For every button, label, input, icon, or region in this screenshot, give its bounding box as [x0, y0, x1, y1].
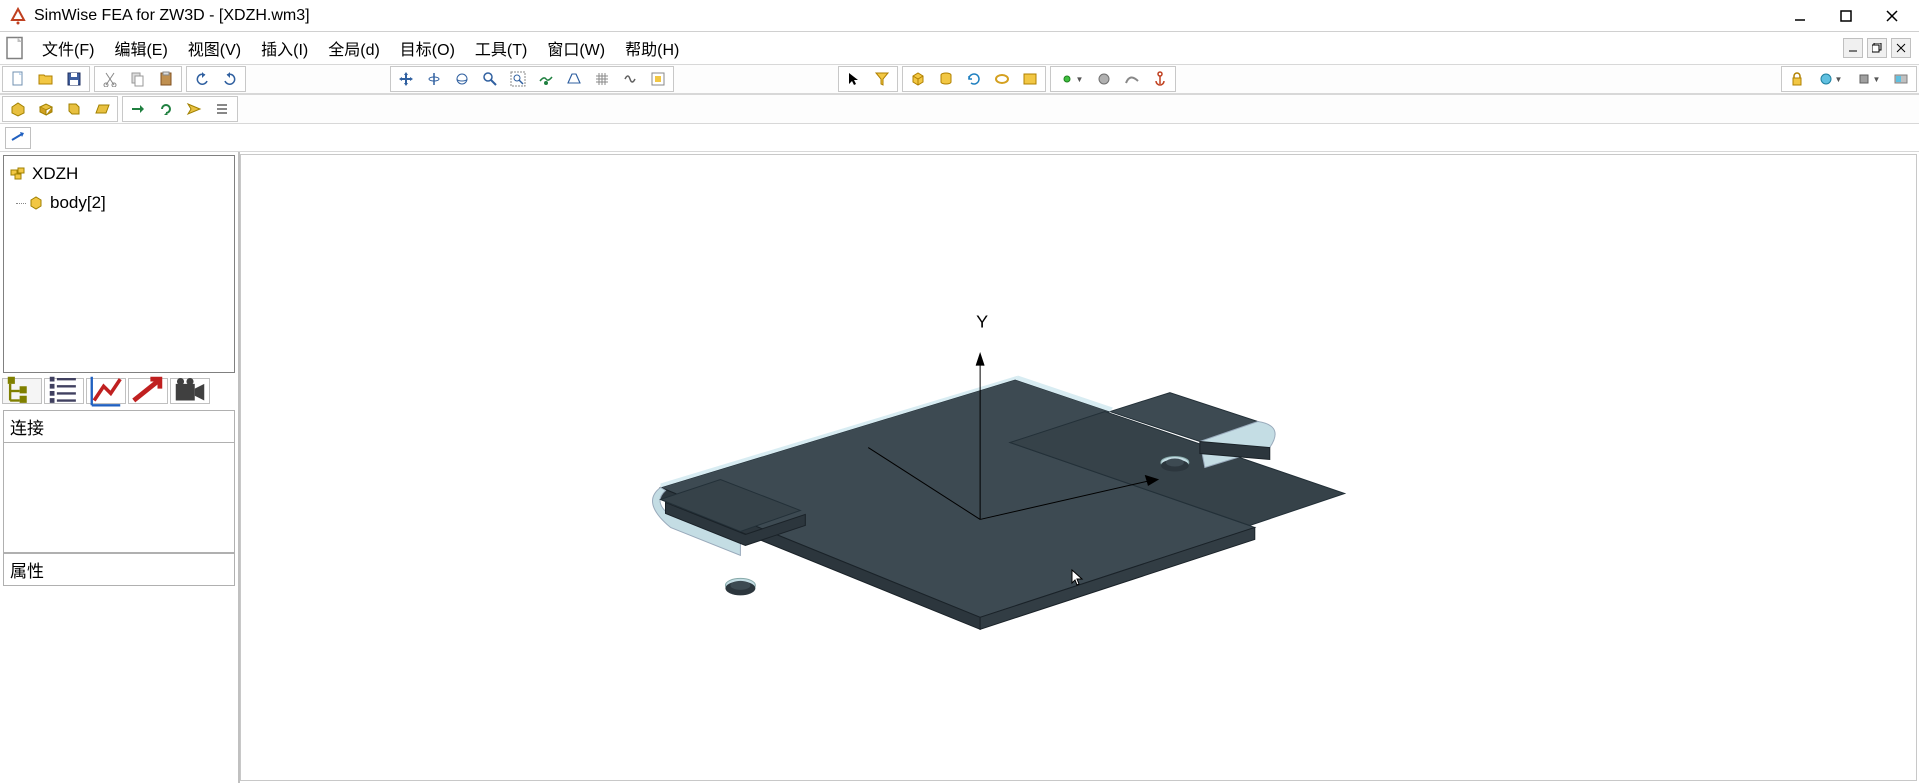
fitview-button[interactable]: [645, 68, 671, 90]
tab-force[interactable]: [128, 378, 168, 404]
list-button[interactable]: [209, 98, 235, 120]
mdi-minimize-button[interactable]: [1843, 38, 1863, 58]
minimize-button[interactable]: [1777, 2, 1823, 30]
shade-button[interactable]: [533, 68, 559, 90]
menu-help[interactable]: 帮助(H): [615, 32, 689, 64]
menu-view[interactable]: 视图(V): [178, 32, 251, 64]
menu-file[interactable]: 文件(F): [32, 32, 104, 64]
tree-root-label: XDZH: [32, 160, 78, 189]
open-button[interactable]: [33, 68, 59, 90]
panel-connect-body: [3, 443, 235, 553]
panel-properties-header[interactable]: 属性: [3, 553, 235, 586]
menu-target[interactable]: 目标(O): [390, 32, 465, 64]
box-button[interactable]: [905, 68, 931, 90]
tree-tabs: [0, 376, 238, 406]
toolbar-row-2: [0, 94, 1919, 124]
doc-icon: [4, 36, 28, 60]
left-pane: XDZH body[2] 连接 属性: [0, 152, 240, 783]
mesh-dropdown[interactable]: ▼: [1812, 68, 1848, 90]
menu-global[interactable]: 全局(d): [318, 32, 390, 64]
toolbar-row-1: ▼ ▼ ▼: [0, 64, 1919, 94]
copy-button[interactable]: [125, 68, 151, 90]
zoom-window-button[interactable]: [505, 68, 531, 90]
wireframe-button[interactable]: [617, 68, 643, 90]
rotate-z-button[interactable]: [421, 68, 447, 90]
close-button[interactable]: [1869, 2, 1915, 30]
main-area: XDZH body[2] 连接 属性: [0, 152, 1919, 783]
send-button[interactable]: [181, 98, 207, 120]
cylinder-button[interactable]: [933, 68, 959, 90]
solid-top-button[interactable]: [89, 98, 115, 120]
panel-connect-header[interactable]: 连接: [3, 410, 235, 443]
tree-root[interactable]: XDZH: [10, 160, 228, 189]
orbit-button[interactable]: [449, 68, 475, 90]
arrow-select-button[interactable]: [841, 68, 867, 90]
point-button[interactable]: ▼: [1053, 68, 1089, 90]
model-3d: Y: [241, 155, 1916, 780]
perspective-button[interactable]: [561, 68, 587, 90]
menu-tools[interactable]: 工具(T): [465, 32, 537, 64]
tree-body-label: body[2]: [50, 189, 106, 218]
solve-button[interactable]: [1888, 68, 1914, 90]
tab-list[interactable]: [44, 378, 84, 404]
assembly-icon: [10, 166, 26, 182]
menu-edit[interactable]: 编辑(E): [104, 32, 177, 64]
sheet-button[interactable]: [1017, 68, 1043, 90]
model-tree[interactable]: XDZH body[2]: [3, 155, 235, 373]
solid-iso-button[interactable]: [33, 98, 59, 120]
tab-camera[interactable]: [170, 378, 210, 404]
pan-button[interactable]: [393, 68, 419, 90]
grid-button[interactable]: [589, 68, 615, 90]
curve-button[interactable]: [1119, 68, 1145, 90]
menu-insert[interactable]: 插入(I): [251, 32, 318, 64]
tab-tree[interactable]: [2, 378, 42, 404]
sphere-button[interactable]: [1091, 68, 1117, 90]
app-icon: [8, 6, 28, 26]
body-icon: [28, 195, 44, 211]
anchor-button[interactable]: [1147, 68, 1173, 90]
redo-button[interactable]: [217, 68, 243, 90]
solid-front-button[interactable]: [5, 98, 31, 120]
refresh-button[interactable]: [961, 68, 987, 90]
menu-window[interactable]: 窗口(W): [537, 32, 615, 64]
cut-button[interactable]: [97, 68, 123, 90]
axis-y-label: Y: [976, 312, 988, 332]
paste-button[interactable]: [153, 68, 179, 90]
mesh-lock-button[interactable]: [1784, 68, 1810, 90]
window-title: SimWise FEA for ZW3D - [XDZH.wm3]: [34, 7, 1777, 25]
menu-bar: 文件(F) 编辑(E) 视图(V) 插入(I) 全局(d) 目标(O) 工具(T…: [0, 32, 1919, 64]
torus-button[interactable]: [989, 68, 1015, 90]
toolbar-row-3: [0, 124, 1919, 152]
new-button[interactable]: [5, 68, 31, 90]
filter-button[interactable]: [869, 68, 895, 90]
circular-button[interactable]: [153, 98, 179, 120]
mdi-controls: [1843, 38, 1915, 58]
result-dropdown[interactable]: ▼: [1850, 68, 1886, 90]
maximize-button[interactable]: [1823, 2, 1869, 30]
mdi-restore-button[interactable]: [1867, 38, 1887, 58]
nav-arrow-button[interactable]: [5, 127, 31, 149]
mdi-close-button[interactable]: [1891, 38, 1911, 58]
arrow-right-button[interactable]: [125, 98, 151, 120]
tab-chart[interactable]: [86, 378, 126, 404]
undo-button[interactable]: [189, 68, 215, 90]
tree-body[interactable]: body[2]: [10, 189, 228, 218]
viewport[interactable]: Y: [240, 154, 1917, 781]
title-bar: SimWise FEA for ZW3D - [XDZH.wm3]: [0, 0, 1919, 32]
zoom-button[interactable]: [477, 68, 503, 90]
solid-side-button[interactable]: [61, 98, 87, 120]
save-button[interactable]: [61, 68, 87, 90]
